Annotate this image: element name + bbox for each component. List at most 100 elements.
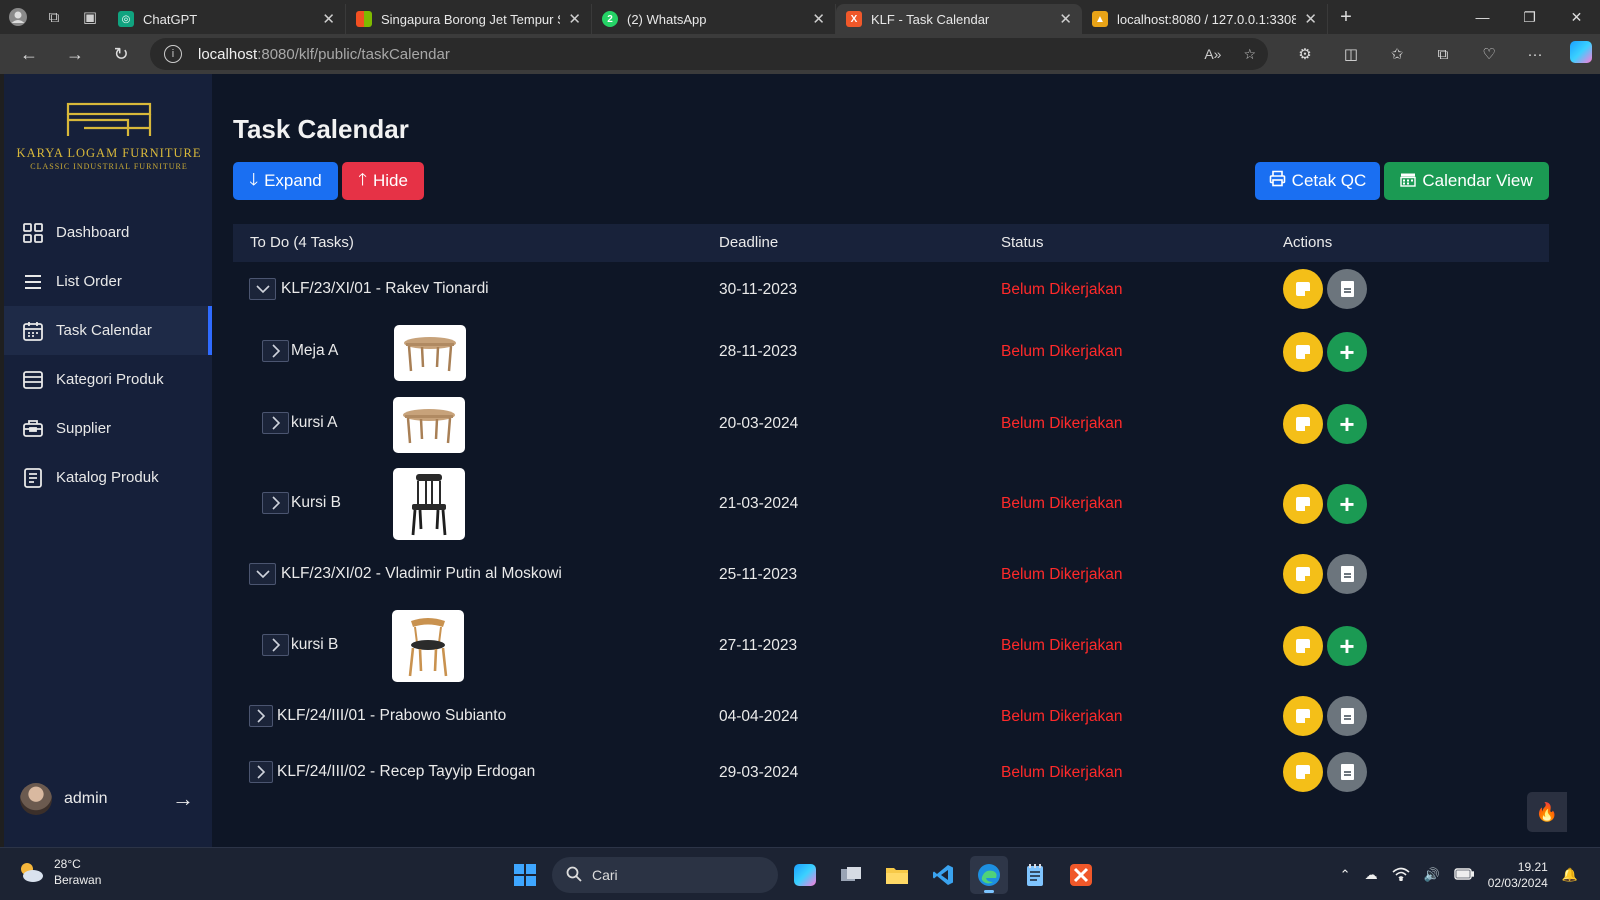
copilot-app-icon[interactable] — [786, 856, 824, 894]
chevron-right-icon[interactable] — [262, 634, 289, 656]
extensions-icon[interactable]: ⚙ — [1282, 45, 1328, 63]
volume-icon[interactable]: 🔊 — [1424, 867, 1440, 883]
table-row: kursi A 20-03-2024 Belum Dikerjakan + — [233, 395, 1549, 453]
weather-condition: Berawan — [54, 873, 102, 887]
tab-klf-task-calendar[interactable]: X KLF - Task Calendar ✕ — [836, 4, 1082, 34]
document-button[interactable] — [1327, 269, 1367, 309]
onedrive-cloud-icon[interactable]: ☁ — [1365, 867, 1378, 883]
notification-bell-icon[interactable]: 🔔 — [1562, 867, 1578, 883]
minimize-icon[interactable]: — — [1459, 0, 1506, 34]
weather-widget[interactable]: 28°C Berawan — [18, 856, 101, 888]
calendar-view-label: Calendar View — [1422, 171, 1533, 190]
tab-phpmyadmin[interactable]: ▲ localhost:8080 / 127.0.0.1:3308 / ✕ — [1082, 4, 1328, 34]
tab-whatsapp[interactable]: 2 (2) WhatsApp ✕ — [592, 4, 836, 34]
add-button[interactable]: + — [1327, 626, 1367, 666]
close-icon[interactable]: ✕ — [812, 10, 825, 28]
copilot-icon[interactable] — [1558, 41, 1600, 67]
logout-arrow-icon[interactable]: → — [172, 786, 212, 812]
tab-singapura[interactable]: Singapura Borong Jet Tempur Si ✕ — [346, 4, 592, 34]
collections-icon[interactable]: ⧉ — [1420, 46, 1466, 63]
chevron-up-icon[interactable]: ⌃ — [1340, 867, 1351, 883]
close-icon[interactable]: ✕ — [1304, 10, 1317, 28]
clock[interactable]: 19.21 02/03/2024 — [1488, 859, 1548, 891]
battery-icon[interactable] — [1454, 867, 1474, 883]
add-button[interactable]: + — [1327, 404, 1367, 444]
chevron-right-icon[interactable] — [262, 412, 289, 434]
fire-icon[interactable]: 🔥 — [1527, 792, 1567, 832]
close-icon[interactable]: ✕ — [1059, 10, 1072, 28]
document-button[interactable] — [1327, 554, 1367, 594]
task-view-icon[interactable] — [832, 856, 870, 894]
document-button[interactable] — [1327, 752, 1367, 792]
restore-icon[interactable]: ❐ — [1506, 0, 1553, 34]
calendar-view-button[interactable]: Calendar View — [1384, 162, 1549, 200]
arrow-up-icon: 🡑 — [358, 169, 367, 189]
taskbar-search[interactable]: Cari — [552, 857, 778, 893]
chevron-right-icon[interactable] — [262, 492, 289, 514]
note-button[interactable] — [1283, 484, 1323, 524]
chevron-down-icon[interactable] — [249, 278, 276, 300]
tab-chatgpt[interactable]: ◎ ChatGPT ✕ — [108, 4, 346, 34]
cetak-qc-button[interactable]: Cetak QC — [1255, 162, 1380, 200]
favorite-star-icon[interactable]: ☆ — [1243, 46, 1256, 63]
file-explorer-icon[interactable] — [878, 856, 916, 894]
notepad-icon[interactable] — [1016, 856, 1054, 894]
back-icon[interactable]: ← — [6, 44, 52, 65]
product-image-table[interactable] — [393, 397, 465, 453]
read-aloud-icon[interactable]: A» — [1204, 46, 1221, 62]
item-label: kursi A — [291, 414, 338, 431]
add-button[interactable]: + — [1327, 332, 1367, 372]
new-tab-button[interactable]: + — [1328, 6, 1364, 29]
brand-tagline: CLASSIC INDUSTRIAL FURNITURE — [30, 162, 188, 171]
profile-icon[interactable] — [0, 0, 36, 34]
product-image-black-chair[interactable] — [393, 468, 465, 540]
avatar[interactable] — [20, 783, 52, 815]
favorites-icon[interactable]: ✩ — [1374, 45, 1420, 63]
windows-taskbar: 28°C Berawan Cari ⌃ ☁ 🔊 19.21 02/03/2024… — [0, 847, 1600, 900]
sidebar-item-kategori-produk[interactable]: Kategori Produk — [4, 355, 212, 404]
note-button[interactable] — [1283, 696, 1323, 736]
chevron-right-icon[interactable] — [249, 705, 273, 727]
close-icon[interactable]: ✕ — [568, 10, 581, 28]
sidebar-item-katalog-produk[interactable]: Katalog Produk — [4, 453, 212, 502]
sidebar-item-supplier[interactable]: Supplier — [4, 404, 212, 453]
note-button[interactable] — [1283, 404, 1323, 444]
note-button[interactable] — [1283, 554, 1323, 594]
chevron-right-icon[interactable] — [249, 761, 273, 783]
workspaces-icon[interactable]: ⧉ — [36, 0, 72, 34]
add-button[interactable]: + — [1327, 484, 1367, 524]
hide-button[interactable]: 🡑 Hide — [342, 162, 424, 200]
wifi-icon[interactable] — [1392, 867, 1410, 884]
product-image-table[interactable] — [394, 325, 466, 381]
expand-button[interactable]: 🡓 Expand — [233, 162, 338, 200]
note-button[interactable] — [1283, 752, 1323, 792]
close-icon[interactable]: ✕ — [322, 10, 335, 28]
tab-title: ChatGPT — [143, 11, 198, 27]
note-icon — [1296, 639, 1310, 653]
split-screen-icon[interactable]: ◫ — [1328, 45, 1374, 63]
note-button[interactable] — [1283, 269, 1323, 309]
more-menu-icon[interactable]: ··· — [1512, 46, 1558, 63]
chevron-right-icon[interactable] — [262, 340, 289, 362]
edge-icon[interactable] — [970, 856, 1008, 894]
windows-start-icon[interactable] — [506, 856, 544, 894]
forward-icon[interactable]: → — [52, 44, 98, 65]
sidebar-item-label: Katalog Produk — [56, 469, 159, 486]
site-info-icon[interactable]: i — [164, 45, 182, 63]
refresh-icon[interactable]: ↻ — [98, 44, 144, 65]
chevron-down-icon[interactable] — [249, 563, 276, 585]
sidebar-item-list-order[interactable]: List Order — [4, 257, 212, 306]
document-button[interactable] — [1327, 696, 1367, 736]
note-button[interactable] — [1283, 332, 1323, 372]
tab-actions-icon[interactable]: ▣ — [72, 0, 108, 34]
product-image-wood-chair[interactable] — [392, 610, 464, 682]
close-window-icon[interactable]: ✕ — [1553, 0, 1600, 34]
sidebar-item-dashboard[interactable]: Dashboard — [4, 208, 212, 257]
health-icon[interactable]: ♡ — [1466, 45, 1512, 63]
note-button[interactable] — [1283, 626, 1323, 666]
company-logo[interactable]: KARYA LOGAM FURNITURE CLASSIC INDUSTRIAL… — [14, 102, 204, 172]
sidebar-item-task-calendar[interactable]: Task Calendar — [4, 306, 212, 355]
vscode-icon[interactable] — [924, 856, 962, 894]
url-field[interactable]: i localhost:8080/klf/public/taskCalendar… — [150, 38, 1268, 70]
xampp-taskbar-icon[interactable] — [1062, 856, 1100, 894]
